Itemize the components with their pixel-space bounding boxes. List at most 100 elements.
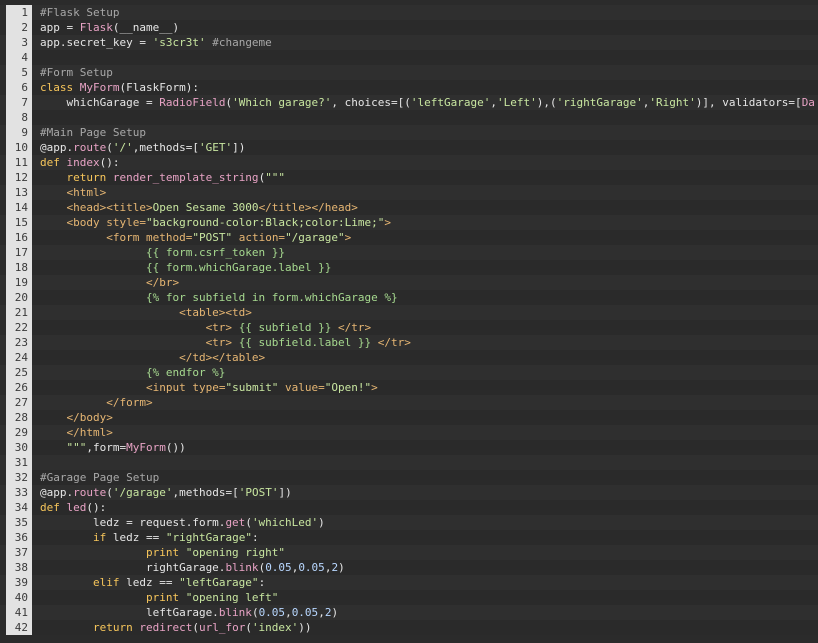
code-token: (): <box>86 501 107 514</box>
code-text: print "opening left" <box>40 590 278 605</box>
line-number: 31 <box>6 455 32 470</box>
code-text: #Garage Page Setup <box>40 470 159 485</box>
code-text: #Form Setup <box>40 65 113 80</box>
code-line[interactable]: 33 @app.route('/garage',methods=['POST']) <box>0 485 818 500</box>
code-line[interactable]: 17 {{ form.csrf_token }} <box>0 245 818 260</box>
line-number: 4 <box>6 50 32 65</box>
line-number: 9 <box>6 125 32 140</box>
line-number: 40 <box>6 590 32 605</box>
line-number: 41 <box>6 605 32 620</box>
code-line[interactable]: 42 return redirect(url_for('index')) <box>0 620 818 635</box>
code-token: style= <box>106 216 146 229</box>
code-line[interactable]: 10 @app.route('/',methods=['GET']) <box>0 140 818 155</box>
code-token: whichGarage = <box>40 96 160 109</box>
code-line[interactable]: 36 if ledz == "rightGarage": <box>0 530 818 545</box>
code-text: elif ledz == "leftGarage": <box>40 575 265 590</box>
code-line[interactable]: 20 {% for subfield in form.whichGarage %… <box>0 290 818 305</box>
code-line[interactable]: 31 <box>0 455 818 470</box>
code-token: <tr> <box>40 321 239 334</box>
code-text: return render_template_string(""" <box>40 170 285 185</box>
code-text: </html> <box>40 425 112 440</box>
code-line[interactable]: 2 app = Flask(__name__) <box>0 20 818 35</box>
line-number: 2 <box>6 20 32 35</box>
code-token: ) <box>318 516 325 529</box>
code-token: ()) <box>165 441 186 454</box>
code-text: <form method="POST" action="/garage"> <box>40 230 351 245</box>
line-number: 11 <box>6 155 32 170</box>
code-text: def index(): <box>40 155 120 170</box>
code-line[interactable]: 7 whichGarage = RadioField('Which garage… <box>0 95 818 110</box>
code-line[interactable]: 15 <body style="background-color:Black;c… <box>0 215 818 230</box>
code-line[interactable]: 6 class MyForm(FlaskForm): <box>0 80 818 95</box>
code-line[interactable]: 38 rightGarage.blink(0.05,0.05,2) <box>0 560 818 575</box>
code-token: value= <box>278 381 325 394</box>
code-line[interactable]: 40 print "opening left" <box>0 590 818 605</box>
code-line[interactable]: 22 <tr> {{ subfield }} </tr> <box>0 320 818 335</box>
line-number: 19 <box>6 275 32 290</box>
code-token: method= <box>145 231 193 244</box>
code-line[interactable]: 39 elif ledz == "leftGarage": <box>0 575 818 590</box>
code-line[interactable]: 24 </td></table> <box>0 350 818 365</box>
code-token: index <box>66 156 100 169</box>
code-token: #Flask Setup <box>40 6 120 19</box>
code-editor[interactable]: 1 #Flask Setup 2 app = Flask(__name__) 3 app.… <box>0 0 818 643</box>
code-token: "rightGarage" <box>165 531 252 544</box>
code-text: if ledz == "rightGarage": <box>40 530 259 545</box>
code-line[interactable]: 41 leftGarage.blink(0.05,0.05,2) <box>0 605 818 620</box>
code-line[interactable]: 16 <form method="POST" action="/garage"> <box>0 230 818 245</box>
code-line[interactable]: 12 return render_template_string(""" <box>0 170 818 185</box>
code-token: > <box>371 381 378 394</box>
code-line[interactable]: 5 #Form Setup <box>0 65 818 80</box>
code-token: if <box>40 531 113 544</box>
code-line[interactable]: 29 </html> <box>0 425 818 440</box>
line-number: 30 <box>6 440 32 455</box>
code-token: type= <box>192 381 226 394</box>
code-token: ) <box>331 606 339 619</box>
code-line[interactable]: 35 ledz = request.form.get('whichLed') <box>0 515 818 530</box>
code-text: ledz = request.form.get('whichLed') <box>40 515 325 530</box>
code-line[interactable]: 9 #Main Page Setup <box>0 125 818 140</box>
code-line[interactable]: 18 {{ form.whichGarage.label }} <box>0 260 818 275</box>
code-token: 0.05 <box>258 606 286 619</box>
code-token: </tr> <box>371 336 411 349</box>
code-line[interactable]: 1 #Flask Setup <box>0 5 818 20</box>
code-text: app = Flask(__name__) <box>40 20 179 35</box>
code-token: {{ subfield }} <box>238 321 332 334</box>
line-number: 23 <box>6 335 32 350</box>
code-line[interactable]: 34 def led(): <box>0 500 818 515</box>
code-line[interactable]: 4 <box>0 50 818 65</box>
code-token: '/' <box>112 141 133 154</box>
code-token: 'rightGarage' <box>556 96 643 109</box>
code-text: </td></table> <box>40 350 265 365</box>
code-token: > <box>344 231 352 244</box>
code-line[interactable]: 37 print "opening right" <box>0 545 818 560</box>
code-line[interactable]: 13 <html> <box>0 185 818 200</box>
code-line[interactable]: 23 <tr> {{ subfield.label }} </tr> <box>0 335 818 350</box>
code-token: > <box>384 216 392 229</box>
line-number: 37 <box>6 545 32 560</box>
code-line[interactable]: 3 app.secret_key = 's3cr3t' #changeme <box>0 35 818 50</box>
code-token: 0.05 <box>291 606 319 619</box>
code-text: </br> <box>40 275 179 290</box>
line-number: 17 <box>6 245 32 260</box>
line-number: 8 <box>6 110 32 125</box>
code-token: ) <box>338 561 345 574</box>
code-token: return <box>40 171 113 184</box>
code-line[interactable]: 11 def index(): <box>0 155 818 170</box>
code-token: leftGarage. <box>40 606 219 619</box>
code-text: #Flask Setup <box>40 5 119 20</box>
code-line[interactable]: 25 {% endfor %} <box>0 365 818 380</box>
code-line[interactable]: 27 </form> <box>0 395 818 410</box>
code-line[interactable]: 30 """,form=MyForm()) <box>0 440 818 455</box>
code-token: "Open!" <box>324 381 372 394</box>
code-line[interactable]: 32 #Garage Page Setup <box>0 470 818 485</box>
code-token: ( <box>192 621 199 634</box>
code-line[interactable]: 14 <head><title>Open Sesame 3000</title>… <box>0 200 818 215</box>
code-line[interactable]: 21 <table><td> <box>0 305 818 320</box>
code-line[interactable]: 8 <box>0 110 818 125</box>
line-number: 27 <box>6 395 32 410</box>
code-line[interactable]: 19 </br> <box>0 275 818 290</box>
line-number: 18 <box>6 260 32 275</box>
code-line[interactable]: 26 <input type="submit" value="Open!"> <box>0 380 818 395</box>
code-line[interactable]: 28 </body> <box>0 410 818 425</box>
